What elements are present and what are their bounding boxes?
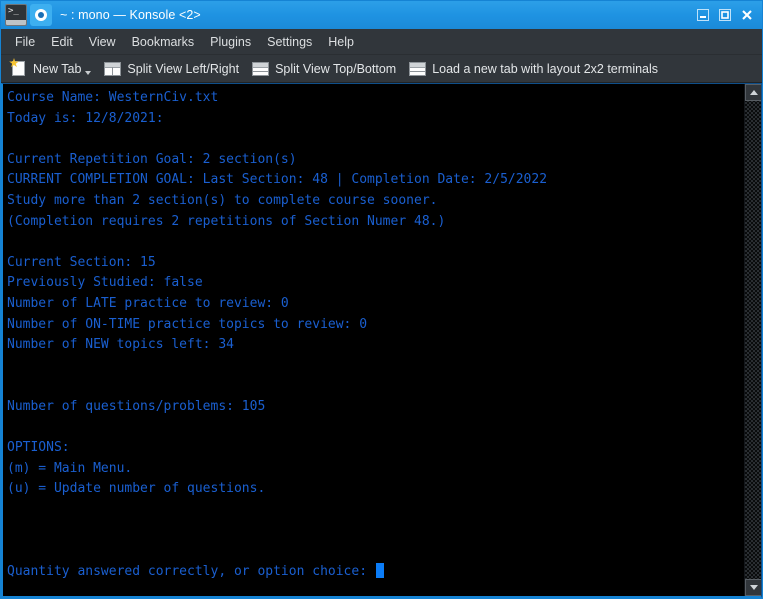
terminal-line-text: (m) = Main Menu. — [7, 460, 133, 476]
layout-2x2-icon — [408, 59, 427, 78]
terminal-line-text: Previously Studied: false — [7, 275, 203, 291]
terminal-output[interactable]: Course Name: WesternCiv.txt Today is: 12/… — [3, 84, 744, 596]
window-title: ~ : mono — Konsole <2> — [60, 8, 201, 22]
terminal-line-text: Quantity answered correctly, or option c… — [7, 563, 375, 579]
menu-item-file[interactable]: File — [7, 32, 43, 52]
menu-bar: File Edit View Bookmarks Plugins Setting… — [1, 29, 762, 55]
close-button[interactable] — [737, 5, 757, 25]
new-tab-icon — [9, 58, 28, 78]
terminal-line: OPTIONS: — [7, 438, 744, 459]
scroll-up-icon — [749, 90, 758, 95]
terminal-line: Current Section: 15 — [7, 253, 744, 274]
terminal-line-text: OPTIONS: — [7, 440, 70, 456]
menu-item-settings[interactable]: Settings — [259, 32, 320, 52]
minimize-button[interactable] — [693, 5, 713, 25]
load-layout-2x2-button[interactable]: Load a new tab with layout 2x2 terminals — [407, 57, 663, 81]
terminal-line-text: Number of questions/problems: 105 — [7, 398, 266, 414]
terminal-line-text: Current Repetition Goal: 2 section(s) — [7, 151, 297, 167]
scrollbar-track[interactable] — [745, 101, 761, 579]
new-tab-label: New Tab — [33, 61, 82, 76]
terminal-line: Number of ON-TIME practice topics to rev… — [7, 315, 744, 336]
terminal-line: CURRENT COMPLETION GOAL: Last Section: 4… — [7, 170, 744, 191]
terminal-area: Course Name: WesternCiv.txt Today is: 12/… — [1, 83, 762, 598]
menu-item-help[interactable]: Help — [320, 32, 362, 52]
menu-item-plugins[interactable]: Plugins — [202, 32, 259, 52]
split-view-top-bottom-label: Split View Top/Bottom — [275, 61, 397, 76]
split-view-top-bottom-button[interactable]: Split View Top/Bottom — [250, 57, 401, 81]
split-view-left-right-button[interactable]: Split View Left/Right — [102, 57, 244, 81]
terminal-line-text: CURRENT COMPLETION GOAL: Last Section: 4… — [7, 172, 548, 188]
terminal-line: (u) = Update number of questions. — [7, 479, 744, 500]
terminal-line: Number of LATE practice to review: 0 — [7, 294, 744, 315]
terminal-line: Today is: 12/8/2021: — [7, 109, 744, 130]
menu-item-bookmarks[interactable]: Bookmarks — [124, 32, 203, 52]
terminal-line: Study more than 2 section(s) to complete… — [7, 191, 744, 212]
terminal-line: Previously Studied: false — [7, 273, 744, 294]
konsole-icon[interactable] — [30, 4, 52, 26]
terminal-line-text: Current Section: 15 — [7, 254, 156, 270]
split-left-right-icon — [103, 59, 122, 78]
split-top-bottom-icon — [251, 59, 270, 78]
terminal-line: (m) = Main Menu. — [7, 459, 744, 480]
terminal-line: Number of questions/problems: 105 — [7, 397, 744, 418]
terminal-line: Current Repetition Goal: 2 section(s) — [7, 150, 744, 171]
terminal-line-text: Today is: 12/8/2021: — [7, 110, 164, 126]
new-tab-button[interactable]: New Tab — [8, 57, 96, 81]
tool-bar: New Tab Split View Left/Right Split View… — [1, 55, 762, 83]
terminal-line: Course Name: WesternCiv.txt — [7, 88, 744, 109]
menu-item-edit[interactable]: Edit — [43, 32, 81, 52]
terminal-line-text: (Completion requires 2 repetitions of Se… — [7, 213, 446, 229]
scroll-down-icon — [749, 585, 758, 590]
maximize-button[interactable] — [715, 5, 735, 25]
title-bar[interactable]: ~ : mono — Konsole <2> — [1, 1, 762, 29]
terminal-line: Quantity answered correctly, or option c… — [7, 562, 744, 583]
terminal-line-text: Study more than 2 section(s) to complete… — [7, 192, 438, 208]
terminal-line-text: (u) = Update number of questions. — [7, 481, 266, 497]
terminal-icon — [5, 4, 27, 26]
split-view-left-right-label: Split View Left/Right — [127, 61, 240, 76]
terminal-line: Number of NEW topics left: 34 — [7, 335, 744, 356]
load-layout-2x2-label: Load a new tab with layout 2x2 terminals — [432, 61, 659, 76]
terminal-line-text: Number of LATE practice to review: 0 — [7, 295, 289, 311]
chevron-down-icon[interactable] — [85, 71, 92, 75]
menu-item-view[interactable]: View — [81, 32, 124, 52]
terminal-cursor — [375, 562, 384, 578]
scroll-down-button[interactable] — [745, 579, 761, 596]
konsole-window: ~ : mono — Konsole <2> — [0, 0, 763, 599]
window-controls — [693, 5, 757, 25]
scroll-up-button[interactable] — [745, 84, 761, 101]
terminal-line-text: Number of ON-TIME practice topics to rev… — [7, 316, 368, 332]
terminal-line-text: Number of NEW topics left: 34 — [7, 337, 234, 353]
terminal-line: (Completion requires 2 repetitions of Se… — [7, 212, 744, 233]
terminal-line-text: Course Name: WesternCiv.txt — [7, 90, 219, 105]
terminal-scrollbar[interactable] — [744, 84, 761, 596]
